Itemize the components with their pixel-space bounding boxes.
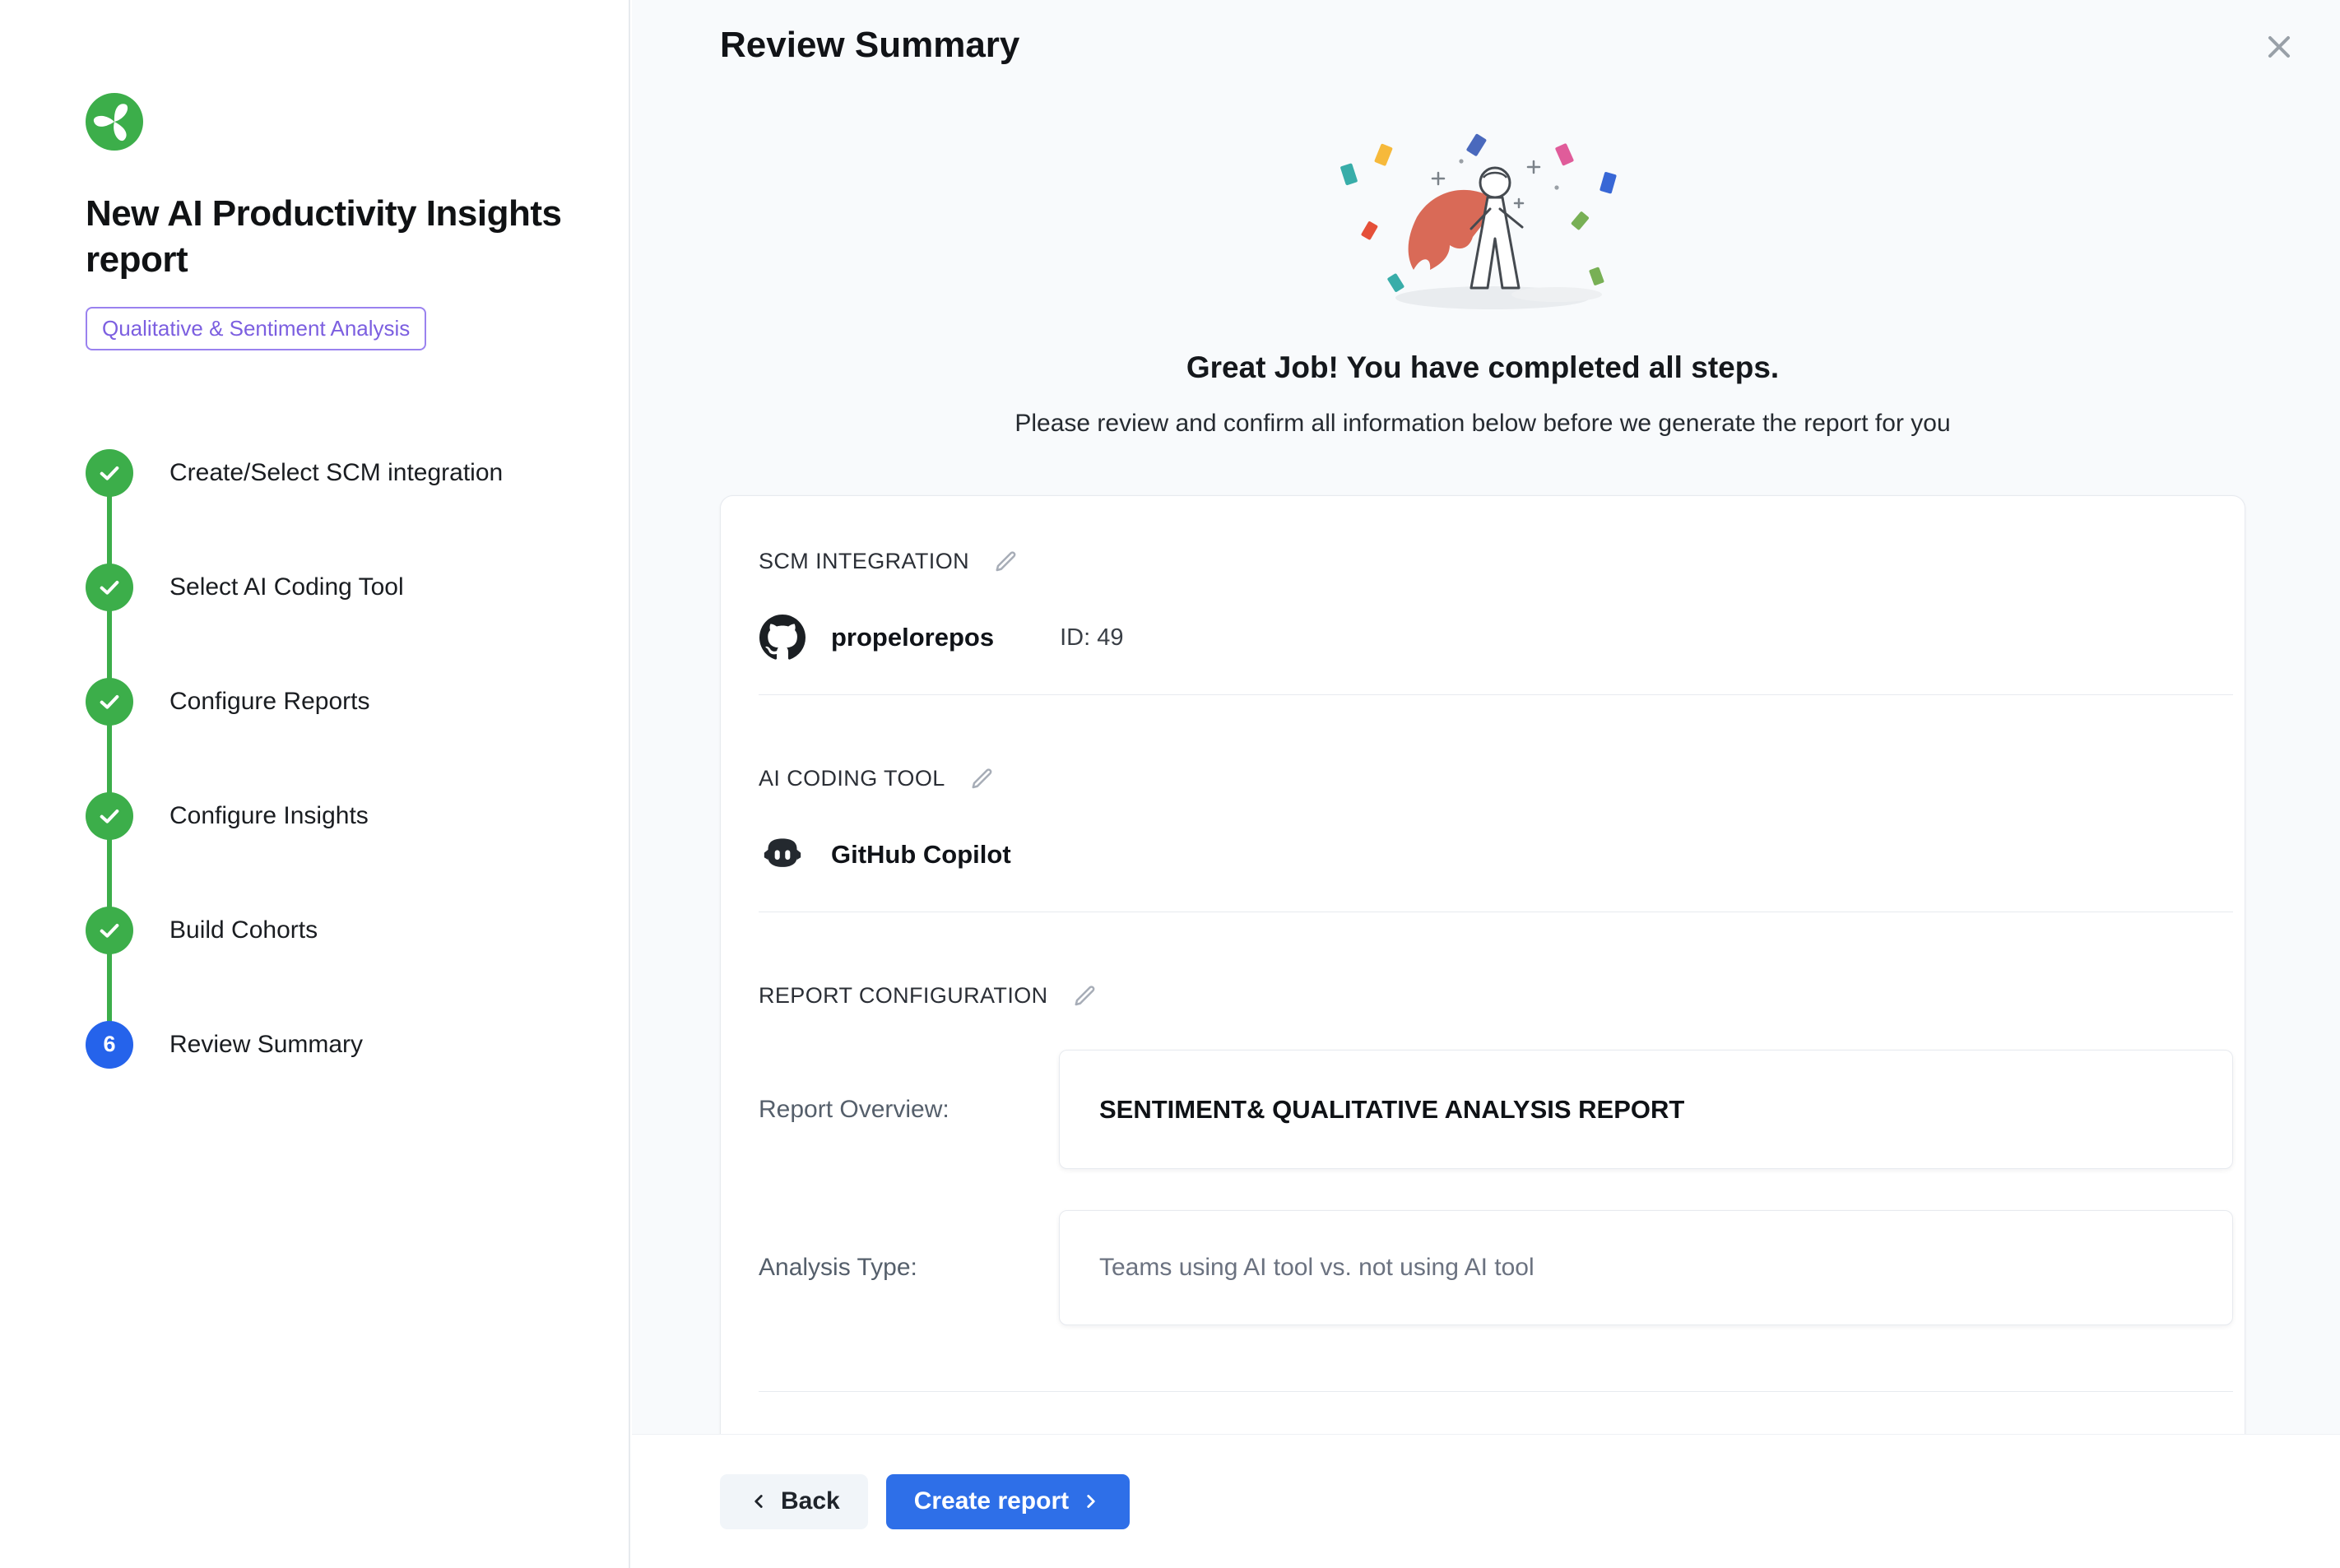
step-configure-insights[interactable]: Configure Insights [86, 792, 579, 840]
step-label: Build Cohorts [169, 916, 318, 944]
step-label: Select AI Coding Tool [169, 573, 404, 601]
main-panel: Review Summary [632, 0, 2340, 1568]
check-icon [86, 907, 133, 954]
ai-tool-row: GitHub Copilot [759, 831, 2233, 879]
report-overview-row: Report Overview: SENTIMENT& QUALITATIVE … [759, 1050, 2233, 1169]
summary-card: SCM INTEGRATION propelorepos ID: 49 AI C… [720, 495, 2245, 1568]
stepper-track [107, 473, 112, 1045]
edit-scm-button[interactable] [994, 550, 1019, 574]
report-title: New AI Productivity Insights report [86, 191, 579, 284]
footer-bar: Back Create report [632, 1434, 2340, 1568]
analysis-type-value: Teams using AI tool vs. not using AI too… [1059, 1210, 2233, 1325]
create-report-button[interactable]: Create report [886, 1474, 1130, 1529]
sidebar: New AI Productivity Insights report Qual… [0, 0, 630, 1568]
page-title: Review Summary [720, 25, 1019, 66]
step-label: Configure Insights [169, 802, 369, 830]
scm-section-header: SCM INTEGRATION [759, 496, 2233, 574]
report-config-section-header: REPORT CONFIGURATION [759, 983, 2233, 1009]
close-icon[interactable] [2259, 28, 2299, 67]
hero-subheading: Please review and confirm all informatio… [720, 410, 2245, 438]
hero-heading: Great Job! You have completed all steps. [720, 350, 2245, 385]
step-configure-reports[interactable]: Configure Reports [86, 678, 579, 726]
scm-integration-id: ID: 49 [1060, 624, 1123, 652]
step-label: Create/Select SCM integration [169, 459, 503, 487]
check-icon [86, 449, 133, 497]
scm-integration-name: propelorepos [831, 623, 994, 652]
divider [759, 1391, 2233, 1392]
report-overview-value: SENTIMENT& QUALITATIVE ANALYSIS REPORT [1059, 1050, 2233, 1169]
chevron-left-icon [748, 1491, 769, 1512]
step-ai-coding-tool[interactable]: Select AI Coding Tool [86, 564, 579, 611]
app-root: New AI Productivity Insights report Qual… [0, 0, 2340, 1568]
step-label: Review Summary [169, 1031, 363, 1059]
edit-ai-tool-button[interactable] [970, 767, 995, 791]
back-button-label: Back [781, 1487, 840, 1515]
create-report-label: Create report [914, 1487, 1069, 1515]
back-button[interactable]: Back [720, 1474, 868, 1529]
ai-tool-name: GitHub Copilot [831, 840, 1011, 870]
step-review-summary[interactable]: 6 Review Summary [86, 1021, 579, 1069]
check-icon [86, 678, 133, 726]
step-scm-integration[interactable]: Create/Select SCM integration [86, 449, 579, 497]
step-label: Configure Reports [169, 688, 369, 716]
analysis-type-label: Analysis Type: [759, 1254, 1059, 1282]
report-overview-label: Report Overview: [759, 1096, 1059, 1124]
step-number-badge: 6 [86, 1021, 133, 1069]
scm-integration-row: propelorepos ID: 49 [759, 614, 2233, 661]
github-icon [759, 614, 806, 661]
propeller-logo-icon [86, 93, 143, 151]
ai-tool-section-header: AI CODING TOOL [759, 766, 2233, 791]
celebration-illustration [720, 130, 2245, 323]
edit-report-config-button[interactable] [1073, 984, 1098, 1009]
stepper: Create/Select SCM integration Select AI … [86, 449, 579, 1069]
report-type-badge: Qualitative & Sentiment Analysis [86, 307, 426, 350]
copilot-icon [759, 831, 806, 879]
ai-tool-section-label: AI CODING TOOL [759, 766, 945, 791]
scm-section-label: SCM INTEGRATION [759, 549, 969, 574]
analysis-type-row: Analysis Type: Teams using AI tool vs. n… [759, 1210, 2233, 1325]
step-build-cohorts[interactable]: Build Cohorts [86, 907, 579, 954]
chevron-right-icon [1080, 1491, 1102, 1512]
check-icon [86, 564, 133, 611]
check-icon [86, 792, 133, 840]
report-config-section-label: REPORT CONFIGURATION [759, 983, 1048, 1009]
divider [759, 694, 2233, 695]
